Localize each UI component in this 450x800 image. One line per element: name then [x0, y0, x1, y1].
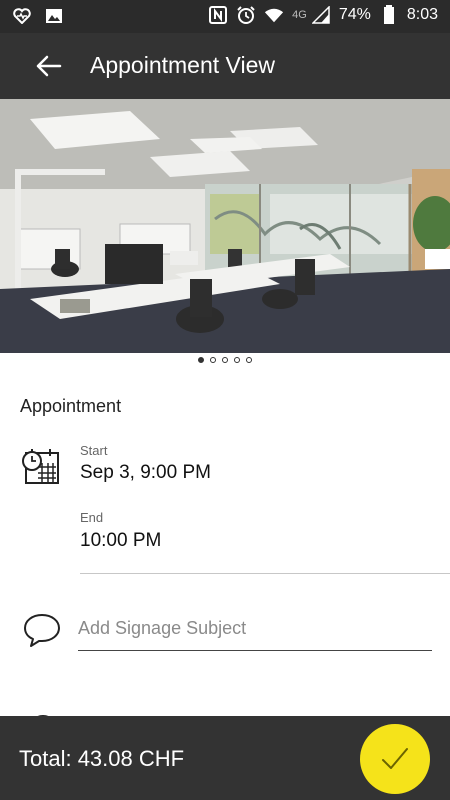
- bottom-bar: Total: 43.08 CHF: [0, 716, 450, 800]
- network-type: 4G: [292, 9, 307, 21]
- image-icon: [44, 6, 64, 26]
- carousel-dot[interactable]: [222, 357, 228, 363]
- appointment-photo[interactable]: [0, 99, 450, 353]
- carousel-dot[interactable]: [234, 357, 240, 363]
- alarm-icon: [236, 5, 256, 25]
- carousel-dot[interactable]: [210, 357, 216, 363]
- arrow-left-icon: [36, 55, 62, 77]
- battery-percent: 74%: [338, 6, 371, 23]
- chat-bubble-icon: [23, 612, 61, 648]
- start-value[interactable]: Sep 3, 9:00 PM: [80, 462, 211, 484]
- nfc-icon: [208, 5, 228, 25]
- end-label: End: [80, 510, 104, 525]
- back-button[interactable]: [34, 54, 62, 78]
- signal-icon: [311, 5, 331, 25]
- check-icon: [382, 748, 408, 769]
- clock: 8:03: [406, 6, 438, 23]
- carousel-dot[interactable]: [198, 357, 204, 363]
- carousel-indicator[interactable]: [0, 357, 450, 363]
- section-title: Appointment: [20, 396, 122, 416]
- wifi-icon: [264, 5, 284, 25]
- status-bar: 4G 74% 8:03: [0, 0, 450, 33]
- signage-subject-input[interactable]: [78, 606, 432, 651]
- heart-pulse-icon: [12, 6, 32, 26]
- page-title: Appointment View: [90, 52, 275, 78]
- app-bar: Appointment View: [0, 33, 450, 99]
- divider: [80, 573, 450, 574]
- start-label: Start: [80, 443, 108, 458]
- end-value[interactable]: 10:00 PM: [80, 530, 161, 552]
- confirm-button[interactable]: [360, 724, 430, 794]
- battery-icon: [379, 5, 399, 25]
- calendar-clock-icon: [20, 445, 60, 485]
- total-price: Total: 43.08 CHF: [19, 746, 185, 771]
- carousel-dot[interactable]: [246, 357, 252, 363]
